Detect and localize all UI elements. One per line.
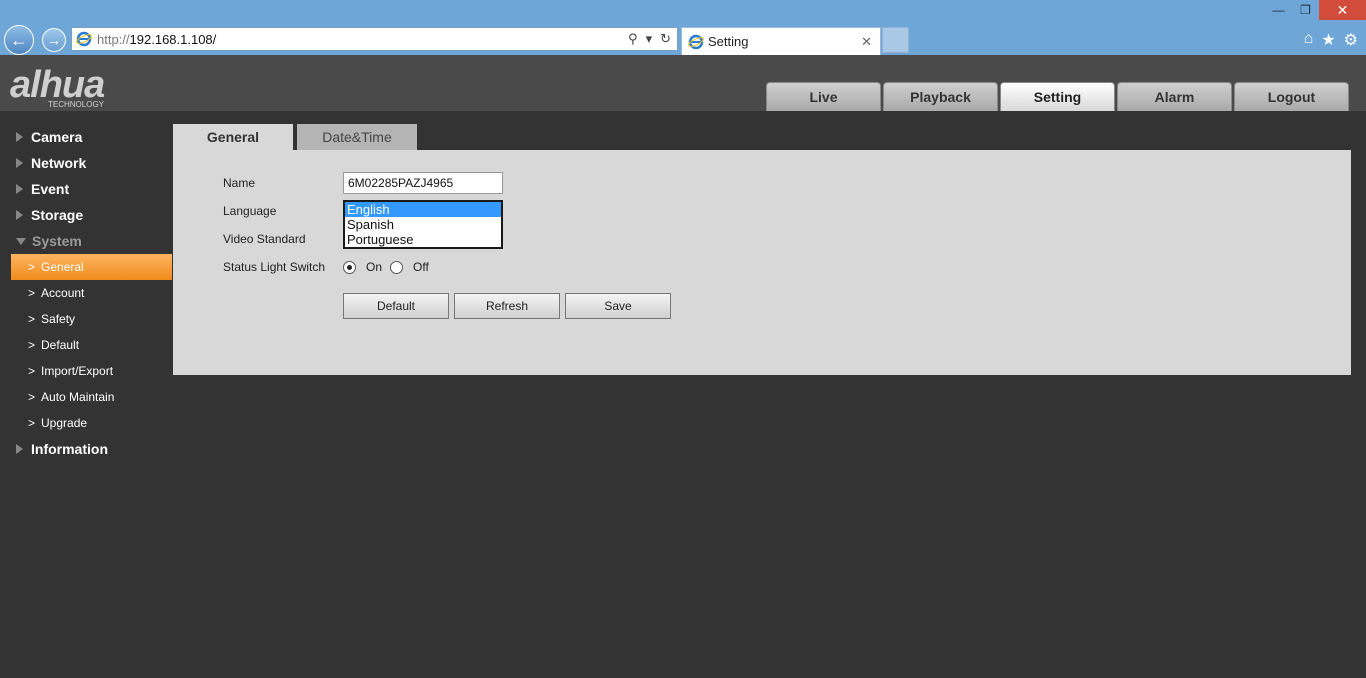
ie-logo-icon	[76, 31, 92, 47]
url-host: 192.168.1.108/	[129, 31, 217, 47]
app-header: alhua TECHNOLOGY Live Playback Setting A…	[0, 55, 1366, 111]
chevron-right-icon: >	[28, 390, 36, 404]
sidebar-item-camera[interactable]: Camera	[0, 124, 172, 150]
refresh-button[interactable]: Refresh	[454, 293, 560, 319]
tab-date-time[interactable]: Date&Time	[297, 124, 417, 150]
general-settings-panel: Name 6M02285PAZJ4965 Language English Sp…	[173, 150, 1351, 375]
off-label: Off	[413, 260, 429, 274]
sidebar-subitem-general[interactable]: > General	[11, 254, 172, 280]
language-option-english[interactable]: English	[345, 202, 501, 217]
sidebar-item-information[interactable]: Information	[0, 436, 172, 462]
sidebar-subitem-auto-maintain[interactable]: > Auto Maintain	[0, 384, 172, 410]
expand-triangle-icon	[16, 158, 23, 168]
ie-logo-icon	[688, 34, 704, 49]
language-label: Language	[223, 204, 277, 218]
close-tab-icon[interactable]: ✕	[861, 34, 872, 50]
forward-arrow-icon[interactable]: →	[42, 28, 66, 52]
chevron-right-icon: >	[28, 364, 36, 378]
browser-chrome: — ❐ ✕ ← → http:// 192.168.1.108/ ⚲ ▾ ↻ S…	[0, 0, 1366, 55]
chevron-right-icon: >	[28, 338, 36, 352]
settings-sidebar: Camera Network Event Storage System > Gen…	[0, 124, 172, 462]
chevron-right-icon: >	[28, 286, 36, 300]
dahua-logo: alhua TECHNOLOGY	[10, 64, 106, 109]
favorites-star-icon[interactable]: ★	[1321, 30, 1335, 50]
nav-setting[interactable]: Setting	[1000, 82, 1115, 111]
expand-triangle-icon	[16, 444, 23, 454]
new-tab-button[interactable]	[882, 27, 909, 53]
language-option-spanish[interactable]: Spanish	[345, 217, 501, 232]
dropdown-icon[interactable]: ▾	[646, 31, 653, 47]
sidebar-subitem-default[interactable]: > Default	[0, 332, 172, 358]
status-light-radio-group: On Off	[343, 260, 429, 274]
language-listbox[interactable]: English Spanish Portuguese	[343, 200, 503, 249]
browser-tab[interactable]: Setting ✕	[681, 27, 881, 55]
expand-triangle-icon	[16, 210, 23, 220]
tab-general[interactable]: General	[173, 124, 293, 150]
main-nav: Live Playback Setting Alarm Logout	[766, 82, 1349, 111]
language-option-portuguese[interactable]: Portuguese	[345, 232, 501, 247]
sidebar-subitem-upgrade[interactable]: > Upgrade	[0, 410, 172, 436]
nav-live[interactable]: Live	[766, 82, 881, 111]
sidebar-subitem-safety[interactable]: > Safety	[0, 306, 172, 332]
video-standard-label: Video Standard	[223, 232, 306, 246]
name-label: Name	[223, 176, 256, 190]
name-input[interactable]: 6M02285PAZJ4965	[343, 172, 503, 194]
save-button[interactable]: Save	[565, 293, 671, 319]
window-controls: — ❐ ✕	[1265, 0, 1366, 20]
status-light-label: Status Light Switch	[223, 260, 326, 274]
content-tabs: General Date&Time	[173, 124, 417, 150]
expand-triangle-icon	[16, 132, 23, 142]
back-arrow-icon[interactable]: ←	[4, 25, 34, 55]
chevron-right-icon: >	[28, 312, 36, 326]
chevron-right-icon: >	[28, 260, 36, 274]
nav-logout[interactable]: Logout	[1234, 82, 1349, 111]
settings-gear-icon[interactable]: ⚙	[1344, 30, 1358, 50]
default-button[interactable]: Default	[343, 293, 449, 319]
restore-icon[interactable]: ❐	[1292, 0, 1319, 20]
tab-title: Setting	[708, 34, 749, 49]
nav-alarm[interactable]: Alarm	[1117, 82, 1232, 111]
nav-playback[interactable]: Playback	[883, 82, 998, 111]
sidebar-item-event[interactable]: Event	[0, 176, 172, 202]
minimize-icon[interactable]: —	[1265, 0, 1292, 20]
sidebar-item-system[interactable]: System	[0, 228, 172, 254]
sidebar-item-storage[interactable]: Storage	[0, 202, 172, 228]
sidebar-subitem-account[interactable]: > Account	[0, 280, 172, 306]
status-light-on-radio[interactable]	[343, 260, 356, 274]
status-light-off-radio[interactable]	[390, 260, 404, 274]
svg-text:TECHNOLOGY: TECHNOLOGY	[48, 100, 105, 109]
on-label: On	[366, 260, 383, 274]
search-icon[interactable]: ⚲	[628, 31, 638, 47]
collapse-triangle-icon	[16, 237, 26, 245]
sidebar-subitem-import-export[interactable]: > Import/Export	[0, 358, 172, 384]
sidebar-item-network[interactable]: Network	[0, 150, 172, 176]
address-bar[interactable]: http:// 192.168.1.108/ ⚲ ▾ ↻	[71, 27, 678, 51]
home-icon[interactable]: ⌂	[1304, 30, 1314, 50]
chevron-right-icon: >	[28, 416, 36, 430]
url-scheme: http://	[97, 31, 130, 47]
refresh-icon[interactable]: ↻	[660, 31, 671, 47]
expand-triangle-icon	[16, 184, 23, 194]
close-window-icon[interactable]: ✕	[1319, 0, 1366, 20]
